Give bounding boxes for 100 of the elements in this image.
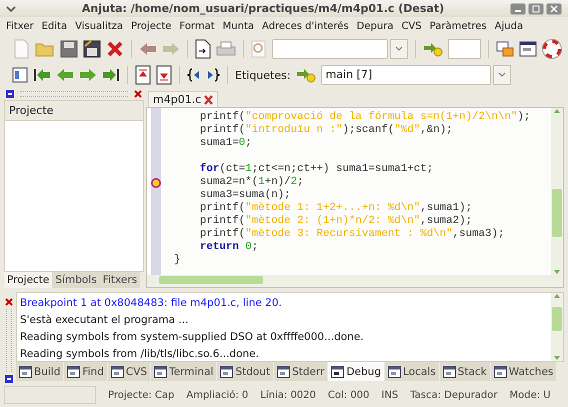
maximize-icon[interactable] <box>528 2 544 14</box>
window-icon <box>388 366 401 378</box>
window-icon <box>67 366 80 378</box>
output-tab[interactable]: Stack <box>440 362 490 381</box>
window-icon[interactable] <box>496 41 514 57</box>
code-line: suma2=n*(1+n)/2; <box>198 176 304 188</box>
code-line: suma1=0; <box>198 137 252 149</box>
output-tab[interactable]: Stderr <box>274 362 328 381</box>
menu-item[interactable]: Depura <box>356 21 394 32</box>
panel-icon[interactable] <box>12 67 28 83</box>
folder-icon[interactable] <box>35 41 55 57</box>
file-tab[interactable]: m4p01.c <box>148 91 218 107</box>
code-line: for(ct=1;ct<=n;ct++) suma1=suma1+ct; <box>198 163 434 175</box>
line-number-field[interactable] <box>448 39 482 59</box>
output-tab[interactable]: Debug <box>328 362 384 381</box>
menu-item[interactable]: Visualitza <box>75 21 124 32</box>
code-line: printf("introduïu n :");scanf("%d",&n); <box>198 124 453 136</box>
bookmark-down-icon[interactable] <box>156 65 172 85</box>
lifebuoy-icon[interactable] <box>542 39 562 59</box>
status-item: Línia: 0020 <box>260 390 316 400</box>
output-tab[interactable]: CVS <box>108 362 150 381</box>
up-arrow-icon[interactable] <box>553 293 561 299</box>
close-icon[interactable] <box>5 298 13 306</box>
vertical-scrollbar[interactable] <box>551 108 563 275</box>
status-item: Col: 000 <box>328 390 370 400</box>
document-icon[interactable] <box>194 39 211 59</box>
arrow-dot-icon[interactable] <box>422 41 442 57</box>
close-icon[interactable] <box>106 40 124 58</box>
message-line: Reading symbols from /lib/tls/libc.so.6...done. <box>20 347 260 362</box>
window-icon[interactable] <box>518 41 537 57</box>
message-line: Reading symbols from system-supplied DSO at 0xffffe000...done. <box>20 330 365 345</box>
menu-item[interactable]: CVS <box>401 21 422 32</box>
menu-item[interactable]: Fitxer <box>6 21 34 32</box>
panel-tab[interactable]: Projecte <box>4 272 52 288</box>
window-icon <box>277 366 290 378</box>
arrow-dot-icon <box>296 67 316 83</box>
code-line: printf("comprovació de la fórmula s=n(1+n)/2\n\n"); <box>198 111 530 123</box>
last-icon[interactable] <box>102 67 120 83</box>
status-item: Projecte: Cap <box>108 390 174 400</box>
code-line: printf("mètode 3: Recursivament : %d\n",suma3); <box>198 228 504 240</box>
horizontal-scrollbar[interactable] <box>147 275 563 287</box>
brace-right-icon[interactable] <box>206 68 220 82</box>
dock-icon[interactable] <box>5 375 13 383</box>
printer-icon[interactable] <box>216 41 236 57</box>
menu-item[interactable]: Format <box>179 21 215 32</box>
down-arrow-icon[interactable] <box>553 269 561 275</box>
status-item: Tasca: Depurador <box>410 390 498 400</box>
down-arrow-icon[interactable] <box>553 355 561 361</box>
caret-icon[interactable] <box>394 46 403 52</box>
window-icon <box>442 366 456 378</box>
output-tab[interactable]: Stdout <box>217 362 274 381</box>
output-tab[interactable]: Locals <box>384 362 439 381</box>
right-arrow-icon[interactable] <box>79 68 97 82</box>
menu-item[interactable]: Projecte <box>131 21 172 32</box>
caret-icon[interactable] <box>498 72 506 78</box>
panel-tab[interactable]: Fitxers <box>100 272 140 288</box>
status-item: Mode: U <box>510 390 551 400</box>
code-line: } <box>174 254 180 266</box>
search-combo[interactable] <box>272 39 408 59</box>
scrollbar-thumb[interactable] <box>159 276 263 284</box>
menu-item[interactable]: Ajuda <box>494 21 524 32</box>
first-icon[interactable] <box>33 67 51 83</box>
close-icon[interactable] <box>546 2 562 14</box>
up-arrow-icon[interactable] <box>553 108 561 114</box>
window-icon <box>110 366 124 378</box>
code-editor[interactable] <box>146 107 564 288</box>
bookmark-up-icon[interactable] <box>135 65 151 85</box>
output-tab[interactable]: Watches <box>490 362 556 381</box>
menu-item[interactable]: Edita <box>42 21 68 32</box>
brace-left-icon[interactable] <box>187 68 201 82</box>
code-line: suma3=suma(n); <box>198 189 291 201</box>
close-icon[interactable] <box>204 94 214 104</box>
window-icon <box>494 366 507 378</box>
menu-item[interactable]: Munta <box>222 21 254 32</box>
dock-icon[interactable] <box>6 90 14 98</box>
left-arrow-icon[interactable] <box>138 42 157 56</box>
output-tab[interactable]: Build <box>16 362 64 381</box>
status-item: Ampliació: 0 <box>186 390 248 400</box>
message-line: Breakpoint 1 at 0x8048483: file m4p01.c, line 20. <box>20 296 283 311</box>
code-line: printf("mètode 2: (1+n)*n/2: %d\n",suma2); <box>198 215 472 227</box>
panel-tab[interactable]: Símbols <box>52 272 100 288</box>
window-icon <box>331 366 344 378</box>
window-icon <box>154 366 168 378</box>
output-tab[interactable]: Terminal <box>151 362 216 381</box>
search-icon[interactable] <box>250 40 267 58</box>
code-line: printf("mètode 1: 1+2+...+n: %d\n",suma1); <box>198 202 472 214</box>
code-line: return 0; <box>198 241 258 253</box>
window-icon <box>19 366 32 378</box>
menu-item[interactable]: Adreces d'interés <box>262 21 349 32</box>
output-tab[interactable]: Find <box>64 362 107 381</box>
left-arrow-icon[interactable] <box>56 68 74 82</box>
vertical-scrollbar[interactable] <box>551 293 563 361</box>
close-icon[interactable] <box>134 90 142 98</box>
minimize-icon[interactable] <box>510 2 526 14</box>
caret-icon[interactable] <box>6 4 16 12</box>
new-file-icon[interactable] <box>12 39 30 59</box>
scrollbar-thumb[interactable] <box>552 307 562 331</box>
menu-item[interactable]: Paràmetres <box>430 21 487 32</box>
window-title: Anjuta: /home/nom_usuari/practiques/m4/m4p01.c (Desat) <box>80 2 446 15</box>
scrollbar-thumb[interactable] <box>552 189 562 237</box>
